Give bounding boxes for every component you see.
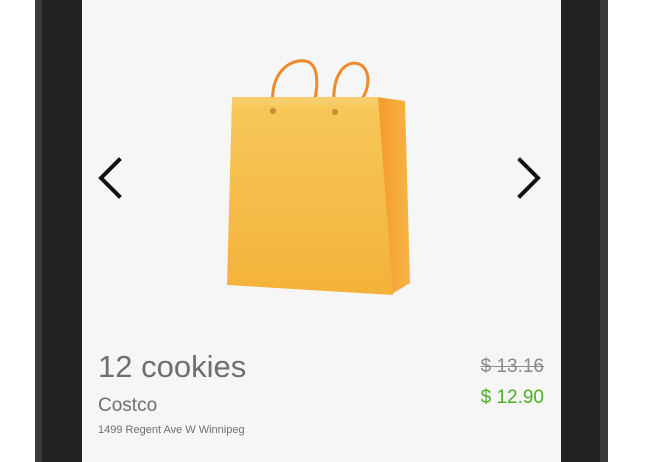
chevron-right-icon	[517, 157, 541, 199]
next-product-button[interactable]	[509, 153, 549, 203]
product-title: 12 cookies	[98, 349, 247, 384]
product-detail-screen: 12 cookies Costco 1499 Regent Ave W Winn…	[82, 0, 561, 462]
store-name: Costco	[98, 395, 158, 416]
store-address: 1499 Regent Ave W Winnipeg	[98, 424, 245, 436]
product-image	[227, 55, 417, 305]
chevron-left-icon	[98, 157, 122, 199]
device-bezel-right	[600, 0, 608, 462]
current-price: $ 12.90	[480, 387, 544, 408]
original-price: $ 13.16	[480, 356, 544, 377]
device-bezel-left	[35, 0, 42, 462]
shopping-bag-icon	[227, 59, 410, 295]
previous-product-button[interactable]	[90, 153, 130, 203]
